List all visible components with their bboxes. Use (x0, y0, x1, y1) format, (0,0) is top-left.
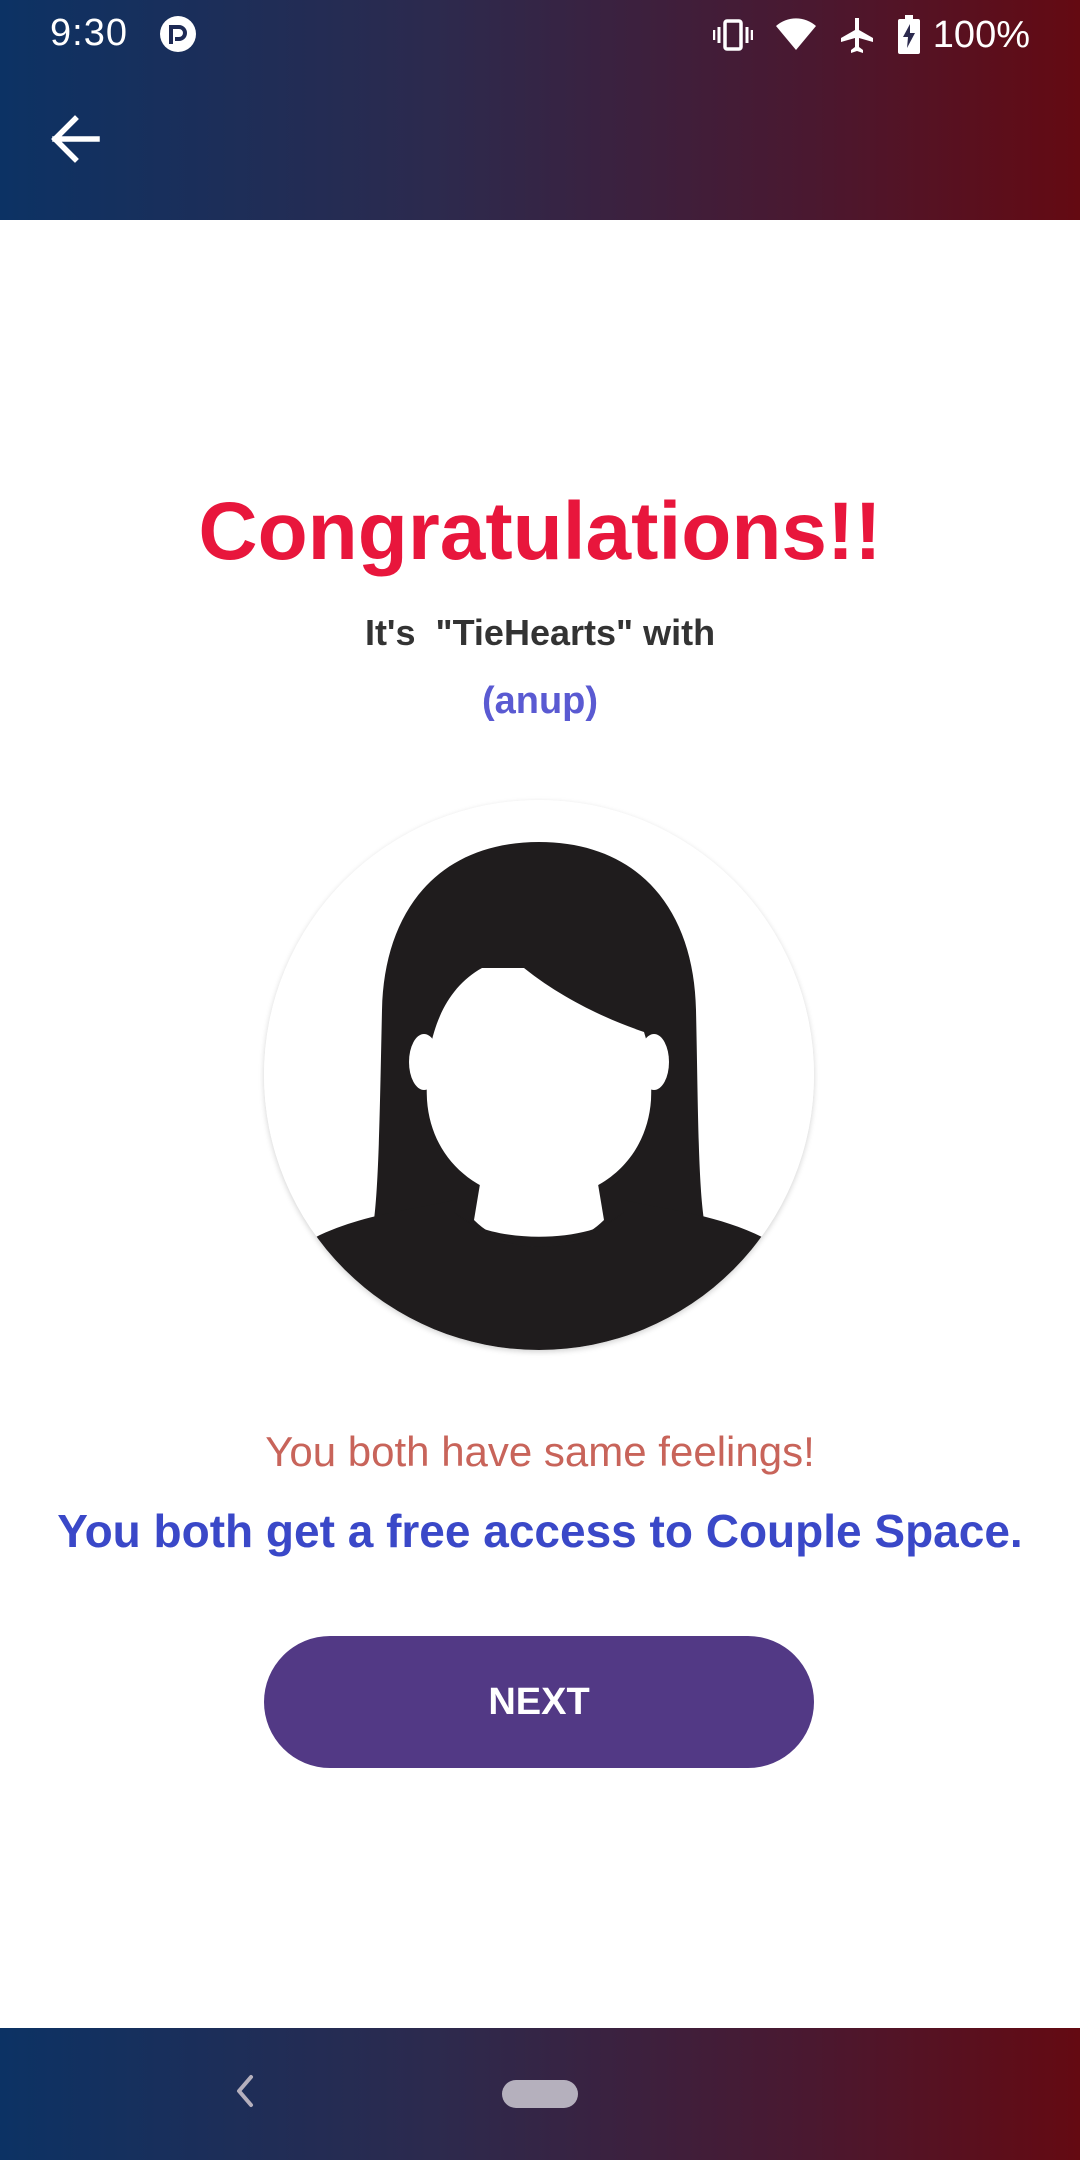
status-icons: 100% (712, 10, 1030, 60)
match-subtitle: It's "TieHearts" with (364, 612, 716, 653)
status-bar: 9:30 100% (0, 0, 1080, 70)
battery-charging-icon (897, 15, 921, 55)
match-content: Congratulations!! It's "TieHearts" with … (0, 220, 1080, 2028)
female-silhouette-avatar-icon (264, 800, 814, 1350)
couple-space-access-text: You both get a free access to Couple Spa… (57, 1505, 1023, 1557)
airplane-mode-icon (839, 16, 875, 54)
battery-percent: 100% (932, 13, 1030, 56)
nav-home-pill-icon[interactable] (502, 2080, 578, 2108)
status-time: 9:30 (50, 12, 128, 54)
page-title: Congratulations!! (198, 486, 882, 577)
back-button[interactable] (40, 106, 110, 176)
wifi-icon (775, 18, 817, 52)
partner-name[interactable]: (anup) (0, 680, 1080, 723)
feelings-text: You both have same feelings! (265, 1428, 815, 1475)
nav-back-icon (233, 2073, 257, 2114)
arrow-left-icon (49, 114, 101, 168)
nav-back-button[interactable] (220, 2068, 270, 2118)
avatar (264, 800, 814, 1350)
system-nav-bar (0, 2028, 1080, 2160)
app-notification-icon (158, 14, 198, 54)
next-button[interactable]: NEXT (264, 1636, 814, 1768)
screen: 9:30 100% Congratulations!! It's "TieHea… (0, 0, 1080, 2160)
app-bar: 9:30 100% (0, 0, 1080, 220)
vibrate-icon (712, 17, 753, 53)
